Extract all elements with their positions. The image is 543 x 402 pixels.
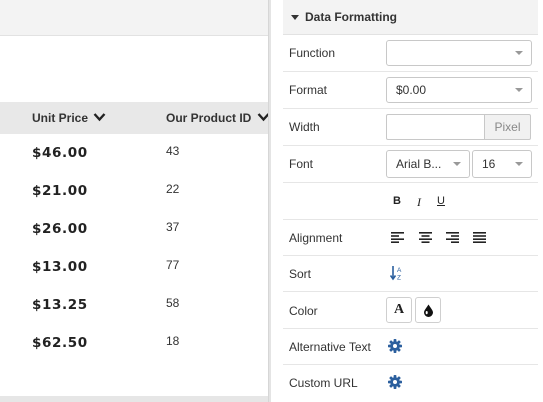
gear-icon[interactable] [388,375,402,392]
underline-button[interactable]: U [435,195,447,207]
svg-text:Z: Z [397,275,401,282]
alignment-label: Alignment [289,231,343,245]
format-row: Format $0.00 [283,72,538,109]
function-select[interactable] [386,40,532,66]
unit-price-cell: $13.25 [32,297,88,313]
table-row[interactable]: $46.00 43 [0,134,270,172]
chevron-down-icon [515,51,523,55]
product-id-cell: 22 [166,182,180,196]
font-size-select[interactable]: 16 [472,150,532,178]
table-header: Unit Price Our Product ID [0,102,270,134]
function-row: Function [283,35,538,72]
width-row: Width Pixel [283,109,538,146]
horizontal-scrollbar[interactable] [0,396,270,402]
custom-url-row: Custom URL [283,365,538,401]
product-id-cell: 58 [166,296,180,310]
product-id-cell: 43 [166,144,180,158]
data-formatting-panel: Data Formatting Function Format $0.00 Wi… [283,0,538,402]
text-style-row: B I U [283,183,538,220]
alternative-text-row: Alternative Text [283,329,538,365]
column-header-our-product-id[interactable]: Our Product ID [166,102,270,134]
text-color-button[interactable]: A [386,297,412,323]
width-input[interactable] [386,114,485,140]
custom-url-label: Custom URL [289,376,358,390]
table-row[interactable]: $13.25 58 [0,286,270,324]
panel-splitter[interactable] [268,0,271,402]
product-id-cell: 37 [166,220,180,234]
align-right-icon[interactable] [446,231,459,243]
product-id-cell: 77 [166,258,180,272]
color-label: Color [289,304,318,318]
sort-row: Sort A Z [283,256,538,292]
panel-header[interactable]: Data Formatting [283,0,538,35]
product-id-cell: 18 [166,334,180,348]
align-left-icon[interactable] [391,231,404,243]
caret-down-icon[interactable] [291,15,299,20]
fill-color-icon [423,304,434,320]
gear-icon[interactable] [388,339,402,356]
column-header-label: Unit Price [32,111,89,125]
table-row[interactable]: $21.00 22 [0,172,270,210]
bold-button[interactable]: B [391,195,403,207]
width-unit-addon: Pixel [485,114,531,140]
alignment-row: Alignment [283,220,538,256]
color-row: Color A [283,292,538,329]
panel-title: Data Formatting [305,10,398,24]
font-size-value: 16 [482,157,496,171]
align-justify-icon[interactable] [473,231,486,243]
fill-color-button[interactable] [415,297,441,323]
font-label: Font [289,157,314,171]
table-row[interactable]: $13.00 77 [0,248,270,286]
align-center-icon[interactable] [419,231,432,243]
format-select-value: $0.00 [396,83,427,97]
font-family-select[interactable]: Arial B... [386,150,470,178]
chevron-down-icon [453,162,461,166]
sort-az-icon[interactable]: A Z [389,265,404,284]
unit-price-cell: $62.50 [32,335,88,351]
chevron-down-icon [515,162,523,166]
width-label: Width [289,120,320,134]
font-family-value: Arial B... [396,157,442,171]
table-toolbar [0,0,270,36]
alternative-text-label: Alternative Text [289,340,371,354]
function-label: Function [289,46,336,60]
text-color-icon: A [393,302,405,317]
unit-price-cell: $46.00 [32,145,88,161]
column-header-label: Our Product ID [166,111,252,125]
format-select[interactable]: $0.00 [386,77,532,103]
table-row[interactable]: $62.50 18 [0,324,270,362]
chevron-down-icon [515,88,523,92]
table-panel: Unit Price Our Product ID $46.00 43 $21.… [0,0,270,402]
italic-button[interactable]: I [413,195,425,210]
svg-text:A: A [397,267,402,274]
table-row[interactable]: $26.00 37 [0,210,270,248]
unit-price-cell: $21.00 [32,183,88,199]
format-label: Format [289,83,328,97]
unit-price-cell: $26.00 [32,221,88,237]
sort-label: Sort [289,267,312,281]
column-header-unit-price[interactable]: Unit Price [32,102,106,134]
unit-price-cell: $13.00 [32,259,88,275]
font-row: Font Arial B... 16 [283,146,538,183]
chevron-down-icon[interactable] [93,102,106,134]
